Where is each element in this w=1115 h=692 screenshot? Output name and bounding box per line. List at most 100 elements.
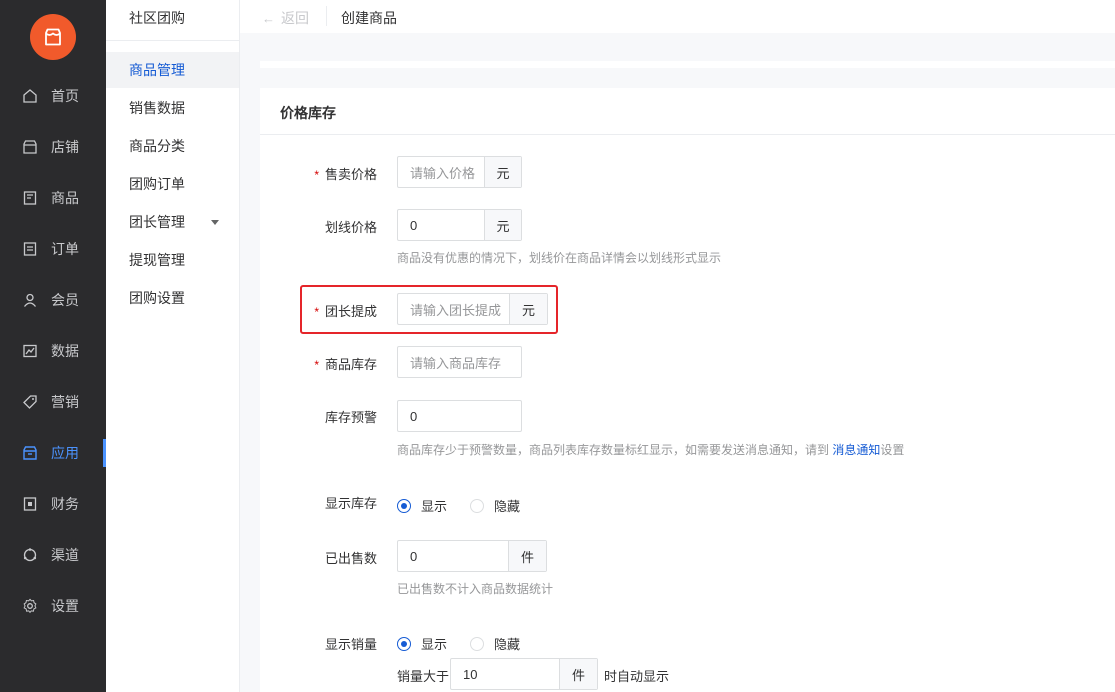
section-title: 价格库存 xyxy=(280,105,336,121)
sales-threshold-prefix: 销量大于 xyxy=(397,669,450,684)
sale-price-input[interactable]: 请输入价格 xyxy=(398,163,484,182)
radio-label: 隐藏 xyxy=(494,637,521,652)
sidebar-item-member[interactable]: 会员 xyxy=(0,282,106,318)
sidebar-item-label: 设置 xyxy=(51,598,79,614)
finance-icon xyxy=(22,496,38,512)
sidebar-item-order[interactable]: 订单 xyxy=(0,231,106,267)
required-mark: * xyxy=(314,358,319,372)
subnav-item-leader-management[interactable]: 团长管理 xyxy=(106,204,239,240)
sidebar-item-label: 渠道 xyxy=(51,547,79,563)
hint-text: 设置 xyxy=(880,443,905,457)
message-notification-link[interactable]: 消息通知 xyxy=(832,443,880,457)
radio-unchecked-icon xyxy=(470,498,484,513)
subnav-item-goods-category[interactable]: 商品分类 xyxy=(106,128,239,164)
show-stock-radio-hide[interactable]: 隐藏 xyxy=(470,496,520,515)
sidebar-item-label: 数据 xyxy=(51,343,79,359)
label-text: 团长提成 xyxy=(324,304,377,319)
page-title: 创建商品 xyxy=(341,10,397,26)
home-icon xyxy=(22,88,38,104)
strike-price-input[interactable]: 0 xyxy=(398,218,484,233)
sidebar-item-store[interactable]: 店铺 xyxy=(0,129,106,165)
sold-count-unit: 件 xyxy=(508,541,546,571)
show-stock-radio-show[interactable]: 显示 xyxy=(397,496,447,515)
sidebar-item-label: 商品 xyxy=(51,190,79,206)
sales-threshold-input[interactable]: 10 xyxy=(451,667,559,682)
leader-commission-input[interactable]: 请输入团长提成 xyxy=(398,300,509,319)
required-mark: * xyxy=(314,305,319,319)
required-mark: * xyxy=(314,168,319,182)
sale-price-label: * 售卖价格 xyxy=(260,164,377,183)
sold-count-label: 已出售数 xyxy=(324,551,377,566)
store-icon xyxy=(22,139,38,155)
sidebar-item-data[interactable]: 数据 xyxy=(0,333,106,369)
sidebar-item-label: 店铺 xyxy=(51,139,79,155)
channel-icon xyxy=(22,547,38,563)
show-stock-label: 显示库存 xyxy=(324,496,377,511)
subnav-title: 社区团购 xyxy=(129,10,185,26)
hint-text: 商品库存少于预警数量，商品列表库存数量标红显示，如需要发送消息通知，请到 xyxy=(397,443,833,457)
subnav-item-group-orders[interactable]: 团购订单 xyxy=(106,166,239,202)
sales-threshold-unit: 件 xyxy=(559,659,597,689)
sidebar-item-label: 首页 xyxy=(51,88,79,104)
app-icon xyxy=(22,445,38,461)
sold-count-input[interactable]: 0 xyxy=(398,549,508,564)
price-stock-panel: 价格库存 xyxy=(260,88,1115,692)
radio-unchecked-icon xyxy=(470,636,484,651)
caret-down-icon xyxy=(211,220,219,225)
show-sales-radio-show[interactable]: 显示 xyxy=(397,634,447,653)
stock-input[interactable]: 请输入商品库存 xyxy=(398,353,521,372)
stock-warning-field[interactable]: 0 xyxy=(397,400,522,432)
main-sidebar: 首页 店铺 商品 订单 会员 数据 营销 应用 财务 渠道 设置 xyxy=(0,0,106,692)
previous-section-bottom xyxy=(260,61,1115,68)
show-sales-radio-hide[interactable]: 隐藏 xyxy=(470,634,520,653)
radio-checked-icon xyxy=(397,636,411,651)
subnav-item-label: 团长管理 xyxy=(129,214,185,230)
stock-label: * 商品库存 xyxy=(260,354,377,373)
order-icon xyxy=(22,241,38,257)
back-button[interactable]: ← 返回 xyxy=(262,8,309,28)
goods-icon xyxy=(22,190,38,206)
top-bar: ← 返回 创建商品 xyxy=(240,0,1115,33)
sidebar-item-goods[interactable]: 商品 xyxy=(0,180,106,216)
stock-warning-input[interactable]: 0 xyxy=(398,409,521,424)
strike-price-label: 划线价格 xyxy=(324,220,377,235)
gear-icon xyxy=(22,598,38,614)
sidebar-item-finance[interactable]: 财务 xyxy=(0,486,106,522)
stock-warning-hint: 商品库存少于预警数量，商品列表库存数量标红显示，如需要发送消息通知，请到 消息通… xyxy=(397,441,904,458)
chart-icon xyxy=(22,343,38,359)
member-icon xyxy=(22,292,38,308)
show-sales-label: 显示销量 xyxy=(324,637,377,652)
sidebar-item-label: 财务 xyxy=(51,496,79,512)
secondary-nav: 社区团购 商品管理 销售数据 商品分类 团购订单 团长管理 提现管理 团购设置 xyxy=(106,0,240,692)
sold-count-field[interactable]: 0 件 xyxy=(397,540,547,572)
leader-commission-label: * 团长提成 xyxy=(260,301,377,320)
subnav-item-goods-management[interactable]: 商品管理 xyxy=(106,52,239,88)
radio-checked-icon xyxy=(397,498,411,513)
sidebar-item-apps[interactable]: 应用 xyxy=(0,435,106,471)
sidebar-item-channel[interactable]: 渠道 xyxy=(0,537,106,573)
sale-price-field[interactable]: 请输入价格 元 xyxy=(397,156,522,188)
section-divider xyxy=(260,134,1115,135)
sales-threshold-field[interactable]: 10 件 xyxy=(450,658,598,690)
subnav-divider xyxy=(106,40,239,41)
sidebar-item-label: 营销 xyxy=(51,394,79,410)
sidebar-item-marketing[interactable]: 营销 xyxy=(0,384,106,420)
radio-label: 显示 xyxy=(421,637,448,652)
sidebar-item-settings[interactable]: 设置 xyxy=(0,588,106,624)
stock-field[interactable]: 请输入商品库存 xyxy=(397,346,522,378)
leader-commission-unit: 元 xyxy=(509,294,547,324)
sales-threshold-suffix: 时自动显示 xyxy=(604,669,670,684)
sidebar-item-label: 订单 xyxy=(51,241,79,257)
leader-commission-field[interactable]: 请输入团长提成 元 xyxy=(397,293,548,325)
subnav-item-withdrawal[interactable]: 提现管理 xyxy=(106,242,239,278)
strike-price-hint: 商品没有优惠的情况下，划线价在商品详情会以划线形式显示 xyxy=(397,251,722,265)
subnav-item-group-settings[interactable]: 团购设置 xyxy=(106,280,239,316)
strike-price-unit: 元 xyxy=(484,210,521,240)
sidebar-item-home[interactable]: 首页 xyxy=(0,78,106,114)
strike-price-field[interactable]: 0 元 xyxy=(397,209,522,241)
store-logo[interactable] xyxy=(30,14,76,60)
subnav-item-sales-data[interactable]: 销售数据 xyxy=(106,90,239,126)
shop-icon xyxy=(45,28,61,46)
topbar-divider xyxy=(326,6,327,26)
sold-count-hint: 已出售数不计入商品数据统计 xyxy=(397,582,554,596)
